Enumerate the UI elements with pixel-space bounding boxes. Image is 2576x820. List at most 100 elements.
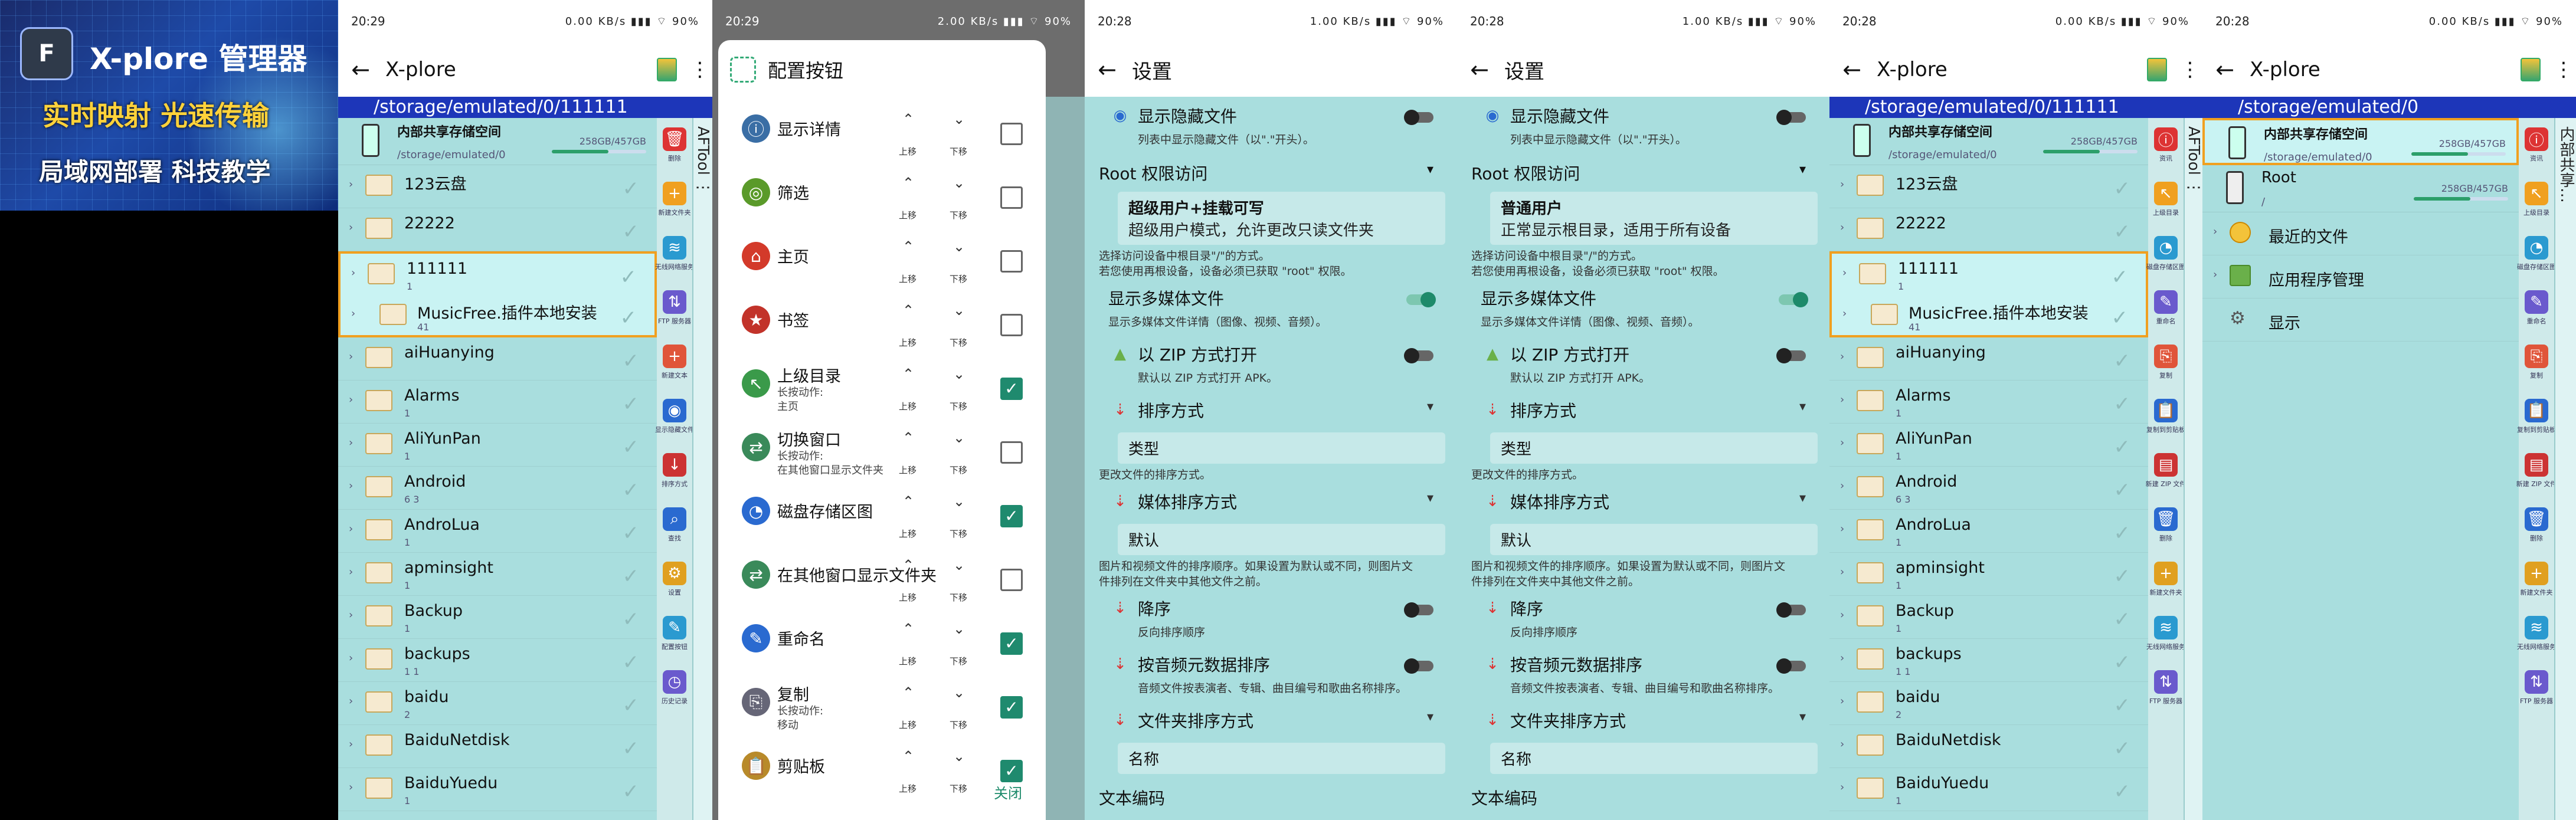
media-sort-setting[interactable]: ⇣ 媒体排序方式 ▾	[1085, 483, 1457, 519]
audio-sort-setting[interactable]: ⇣ 按音频元数据排序 音频文件按表演者、专辑、曲目编号和歌曲名称排序。	[1085, 645, 1457, 701]
show-hidden-toggle[interactable]	[1776, 110, 1806, 125]
expand-arrow-icon[interactable]: ›	[349, 178, 353, 191]
sort-value[interactable]: 类型	[1490, 432, 1818, 464]
move-up-icon[interactable]: ⌃	[895, 557, 921, 573]
enable-checkbox[interactable]	[1000, 569, 1023, 591]
enable-checkbox[interactable]: ✓	[1000, 696, 1023, 719]
move-up-icon[interactable]: ⌃	[895, 366, 921, 382]
more-menu-icon[interactable]: ⋮	[2180, 58, 2200, 81]
move-down-icon[interactable]: ⌄	[946, 429, 972, 446]
move-down-icon[interactable]: ⌄	[946, 557, 972, 573]
move-up-icon[interactable]: ⌃	[895, 748, 921, 765]
expand-arrow-icon[interactable]: ›	[1840, 393, 1844, 406]
expand-arrow-icon[interactable]: ›	[349, 350, 353, 363]
audio-sort-setting[interactable]: ⇣ 按音频元数据排序 音频文件按表演者、专辑、曲目编号和歌曲名称排序。	[1457, 645, 1829, 701]
root-mode-box[interactable]: 超级用户+挂载可写 超级用户模式，允许更改只读文件夹	[1118, 192, 1445, 245]
expand-arrow-icon[interactable]: ›	[1840, 178, 1844, 191]
rail-button[interactable]: + 新建文件夹	[2519, 552, 2554, 606]
enable-checkbox[interactable]	[1000, 186, 1023, 209]
enable-checkbox[interactable]	[1000, 314, 1023, 336]
rail-button[interactable]: ≋ 无线网络服务	[2517, 606, 2556, 661]
list-item[interactable]: › AliYunPan 1 ✓	[1829, 424, 2148, 467]
rail-button[interactable]: ⇅ FTP 服务器	[2519, 661, 2554, 715]
folder-sort-value[interactable]: 名称	[1490, 743, 1818, 774]
rail-button[interactable]: ≋ 无线网络服务	[655, 227, 694, 281]
move-down-icon[interactable]: ⌄	[946, 366, 972, 382]
move-up-icon[interactable]: ⌃	[895, 238, 921, 255]
show-hidden-setting[interactable]: ◉ 显示隐藏文件 列表中显示隐藏文件（以"."开头）。	[1457, 97, 1829, 153]
rail-button[interactable]: ▤ 新建 ZIP 文件	[2516, 444, 2557, 498]
back-arrow-icon[interactable]: ←	[1468, 57, 1491, 83]
show-media-toggle[interactable]	[1406, 292, 1436, 307]
expand-arrow-icon[interactable]: ›	[1840, 437, 1844, 449]
list-item[interactable]: › BaiduNetdisk ✓	[338, 725, 657, 768]
list-item[interactable]: › 111111 1 ✓	[1829, 251, 2148, 294]
rail-button[interactable]: ◷ 历史记录	[657, 661, 692, 715]
move-down-icon[interactable]: ⌄	[946, 684, 972, 701]
rail-button[interactable]: ⎘ 复制	[2148, 335, 2184, 389]
checkmark-icon[interactable]: ✓	[2114, 651, 2131, 674]
checkmark-icon[interactable]: ✓	[2114, 737, 2131, 760]
checkmark-icon[interactable]: ✓	[623, 435, 640, 459]
list-item[interactable]: › 123云盘 ✓	[338, 165, 657, 208]
checkmark-icon[interactable]: ✓	[623, 177, 640, 201]
move-up-icon[interactable]: ⌃	[895, 175, 921, 191]
expand-arrow-icon[interactable]: ›	[349, 566, 353, 578]
zip-open-setting[interactable]: ▲ 以 ZIP 方式打开 默认以 ZIP 方式打开 APK。	[1457, 335, 1829, 391]
rail-button[interactable]: ◔ 磁盘存储区图	[2517, 227, 2556, 281]
list-item[interactable]: › Android 6 3 ✓	[338, 467, 657, 510]
show-hidden-setting[interactable]: ◉ 显示隐藏文件 列表中显示隐藏文件（以"."开头）。	[1085, 97, 1457, 153]
list-item[interactable]: › 22222 ✓	[338, 208, 657, 251]
rail-button[interactable]: ↓ 排序方式	[657, 444, 692, 498]
rail-button[interactable]: ⚙ 设置	[657, 552, 692, 606]
list-item[interactable]: › AliYunPan 1 ✓	[338, 424, 657, 467]
checkmark-icon[interactable]: ✓	[2114, 565, 2131, 588]
switch-window-icon[interactable]	[657, 58, 677, 81]
move-up-icon[interactable]: ⌃	[895, 493, 921, 510]
rail-button[interactable]: ⇅ FTP 服务器	[657, 281, 692, 335]
list-item[interactable]: › BaiduYuedu 1 ✓	[338, 768, 657, 811]
zip-toggle[interactable]	[1776, 348, 1806, 363]
storage-row[interactable]: 内部共享存储空间 258GB/457GB /storage/emulated/0	[2202, 118, 2519, 165]
rail-button[interactable]: ⓘ 资讯	[2148, 118, 2184, 172]
descending-toggle[interactable]	[1404, 602, 1433, 618]
expand-arrow-icon[interactable]: ›	[1840, 566, 1844, 578]
list-item[interactable]: › Alarms 1 ✓	[1829, 381, 2148, 424]
move-up-icon[interactable]: ⌃	[895, 621, 921, 637]
enable-checkbox[interactable]: ✓	[1000, 632, 1023, 655]
media-sort-value[interactable]: 默认	[1118, 524, 1445, 555]
move-down-icon[interactable]: ⌄	[946, 111, 972, 127]
rail-button[interactable]: ↖ 上级目录	[2519, 172, 2554, 227]
checkmark-icon[interactable]: ✓	[623, 392, 640, 416]
move-down-icon[interactable]: ⌄	[946, 493, 972, 510]
audio-sort-toggle[interactable]	[1776, 658, 1806, 674]
show-row[interactable]: ⚙ 显示	[2202, 299, 2519, 342]
root-access-setting[interactable]: Root 权限访问 ▾	[1085, 153, 1457, 187]
checkmark-icon[interactable]: ✓	[2114, 478, 2131, 502]
expand-arrow-icon[interactable]: ›	[1840, 221, 1844, 234]
enable-checkbox[interactable]	[1000, 250, 1023, 273]
back-arrow-icon[interactable]: ←	[1095, 57, 1119, 83]
checkmark-icon[interactable]: ✓	[623, 737, 640, 760]
expand-arrow-icon[interactable]: ›	[349, 437, 353, 449]
expand-arrow-icon[interactable]: ›	[1840, 350, 1844, 363]
enable-checkbox[interactable]: ✓	[1000, 760, 1023, 782]
move-down-icon[interactable]: ⌄	[946, 175, 972, 191]
list-item[interactable]: › Android 6 3 ✓	[1829, 467, 2148, 510]
rail-button[interactable]: ⎘ 复制	[2519, 335, 2554, 389]
checkmark-icon[interactable]: ✓	[623, 220, 640, 244]
media-sort-setting[interactable]: ⇣ 媒体排序方式 ▾	[1457, 483, 1829, 519]
expand-arrow-icon[interactable]: ›	[349, 652, 353, 664]
rail-button[interactable]: ◔ 磁盘存储区图	[2146, 227, 2185, 281]
sort-setting[interactable]: ⇣ 排序方式 ▾	[1457, 391, 1829, 428]
list-item[interactable]: › BaiduYuedu 1 ✓	[1829, 768, 2148, 811]
rail-button[interactable]: ⇅ FTP 服务器	[2148, 661, 2184, 715]
list-item[interactable]: › 123云盘 ✓	[1829, 165, 2148, 208]
rail-button[interactable]: ⓘ 资讯	[2519, 118, 2554, 172]
expand-arrow-icon[interactable]: ›	[349, 695, 353, 707]
list-item[interactable]: › baidu 2 ✓	[1829, 682, 2148, 725]
expand-arrow-icon[interactable]: ›	[1840, 609, 1844, 621]
media-sort-value[interactable]: 默认	[1490, 524, 1818, 555]
list-item[interactable]: › AndroLua 1 ✓	[338, 510, 657, 553]
other-pane-peek[interactable]: AFTool ⋮	[692, 118, 712, 820]
